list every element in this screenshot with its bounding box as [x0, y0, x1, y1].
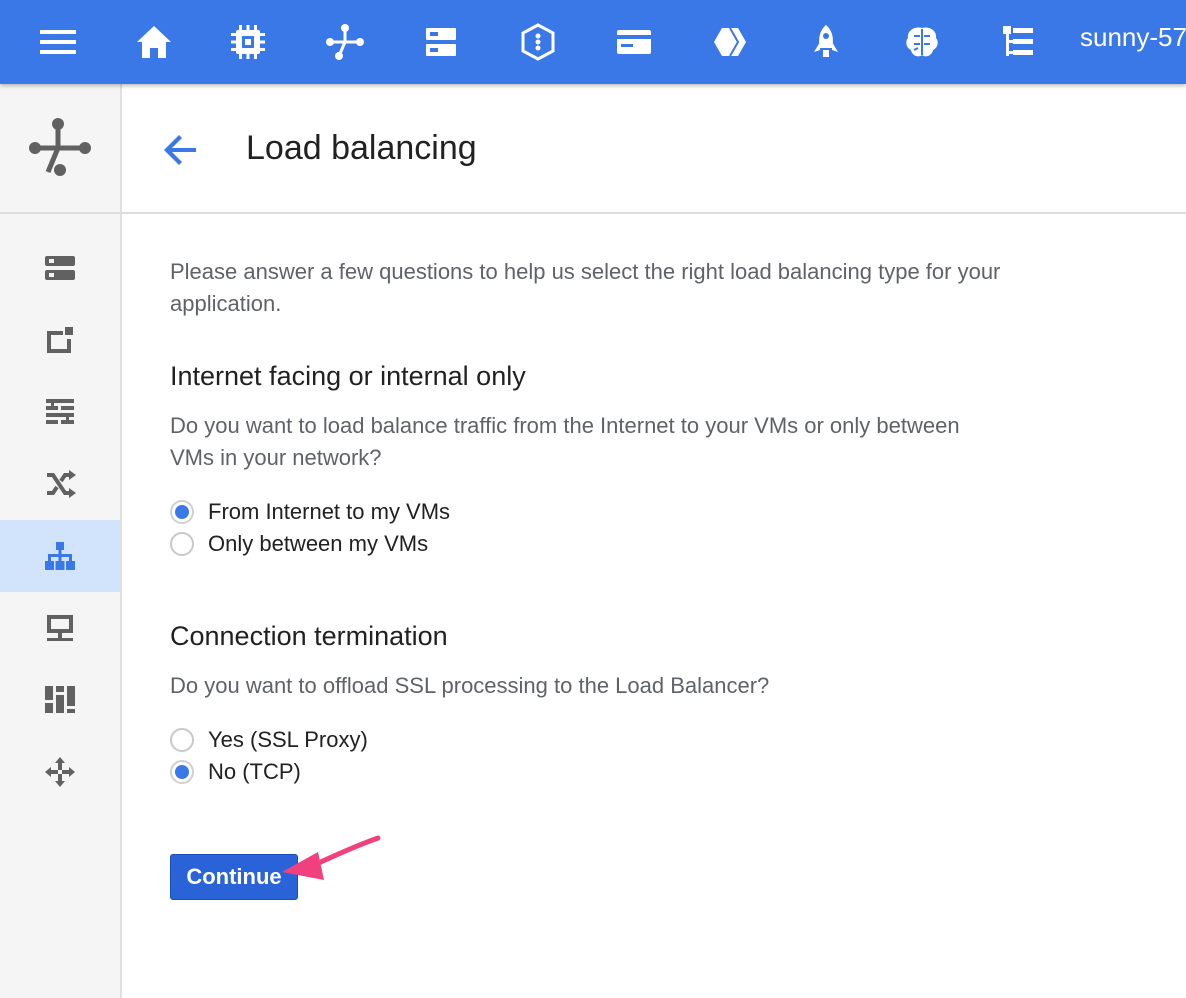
firewall-icon	[46, 399, 74, 424]
user-account[interactable]: sunny-57	[1080, 22, 1186, 52]
external-ip-icon	[47, 327, 73, 353]
compute-chip-icon[interactable]	[220, 14, 276, 70]
routes-icon	[47, 470, 76, 498]
back-button[interactable]	[158, 128, 202, 172]
back-arrow-icon	[164, 135, 196, 165]
hierarchy-list-icon[interactable]	[990, 14, 1046, 70]
radio-label: Only between my VMs	[208, 531, 429, 556]
radio-label: No (TCP)	[208, 759, 301, 784]
launcher-rocket-icon[interactable]	[798, 14, 854, 70]
left-nav-rail	[0, 84, 122, 998]
radio-button[interactable]	[170, 500, 194, 524]
billing-card-icon[interactable]	[606, 14, 662, 70]
interconnect-icon	[45, 757, 75, 787]
cloud-dns-icon	[45, 686, 75, 713]
ml-brain-icon[interactable]	[894, 14, 950, 70]
rail-item-routes[interactable]	[0, 448, 120, 520]
question-connection-termination: Do you want to offload SSL processing to…	[170, 673, 770, 698]
rail-item-interconnect[interactable]	[0, 736, 120, 808]
vpc-networks-icon	[45, 256, 75, 280]
storage-icon[interactable]	[413, 14, 469, 70]
annotation-arrow-icon	[282, 835, 381, 880]
radio-option-only-between-vms[interactable]: Only between my VMs	[170, 528, 428, 560]
top-app-bar: sunny-57	[0, 0, 1186, 84]
wizard-form: Please answer a few questions to help us…	[170, 256, 1090, 900]
section-title-internet-facing: Internet facing or internal only	[170, 361, 526, 391]
rail-item-vpn[interactable]	[0, 592, 120, 664]
section-title-connection-termination: Connection termination	[170, 621, 448, 651]
dataproc-icon[interactable]	[510, 14, 566, 70]
rail-item-vpc-networks[interactable]	[0, 232, 120, 304]
radio-label: Yes (SSL Proxy)	[208, 727, 368, 752]
radio-option-tcp[interactable]: No (TCP)	[170, 756, 301, 788]
radio-option-ssl-proxy[interactable]: Yes (SSL Proxy)	[170, 724, 368, 756]
home-icon[interactable]	[126, 14, 182, 70]
question-internet-facing: Do you want to load balance traffic from…	[170, 413, 960, 470]
vpn-icon	[47, 615, 73, 641]
radio-label: From Internet to my VMs	[208, 499, 451, 524]
network-services-icon	[29, 118, 91, 176]
rail-item-cloud-dns[interactable]	[0, 664, 120, 736]
radio-button[interactable]	[170, 760, 194, 784]
deployment-icon[interactable]	[702, 14, 758, 70]
page-header: Load balancing	[122, 84, 1186, 214]
radio-button[interactable]	[170, 532, 194, 556]
rail-header	[0, 84, 120, 214]
radio-option-from-internet[interactable]: From Internet to my VMs	[170, 496, 450, 528]
rail-item-firewall[interactable]	[0, 376, 120, 448]
rail-item-load-balancing[interactable]	[0, 520, 120, 592]
intro-text: Please answer a few questions to help us…	[170, 259, 1001, 316]
network-icon[interactable]	[317, 14, 373, 70]
hamburger-menu-icon[interactable]	[30, 14, 86, 70]
load-balancing-icon	[45, 542, 75, 570]
page-title: Load balancing	[246, 129, 477, 167]
radio-button[interactable]	[170, 728, 194, 752]
rail-item-external-ip[interactable]	[0, 304, 120, 376]
